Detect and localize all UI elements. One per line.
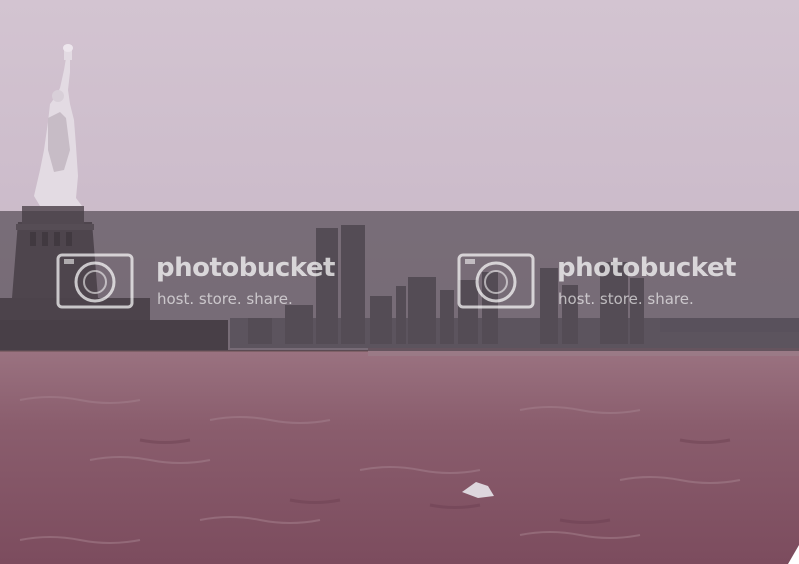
camera-logo-icon [457, 253, 535, 309]
photo-frame: photobucket host. store. share. photobuc… [0, 0, 799, 564]
camera-logo-icon [56, 253, 134, 309]
watermark-brand: photobucket [156, 253, 335, 283]
watermark-tagline: host. store. share. [558, 290, 694, 308]
watermark-tagline: host. store. share. [157, 290, 293, 308]
watermark-brand: photobucket [557, 253, 736, 283]
